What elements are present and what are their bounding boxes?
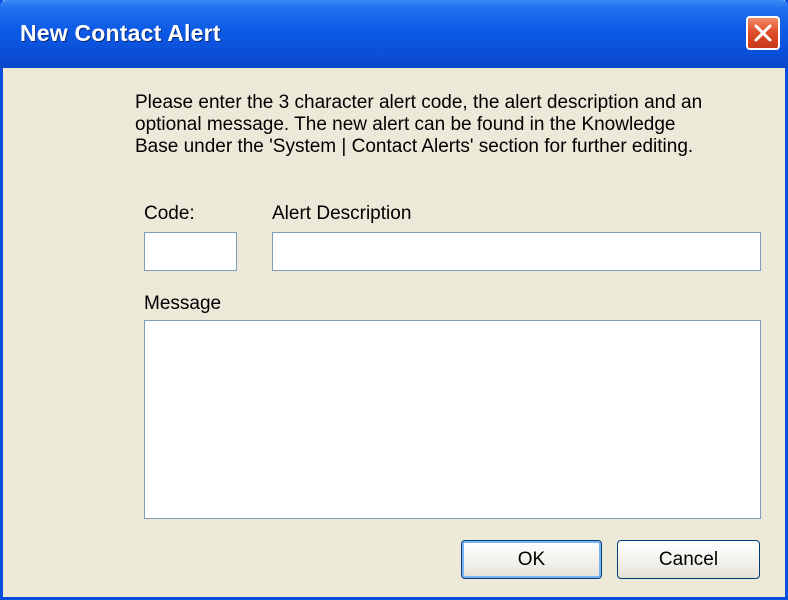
dialog-window: New Contact Alert Please enter the 3 cha… [0,0,788,600]
ok-button[interactable]: OK [461,540,602,579]
window-title: New Contact Alert [20,20,221,46]
title-bar[interactable]: New Contact Alert [0,0,788,68]
instructions-text: Please enter the 3 character alert code,… [135,92,703,157]
alert-description-label: Alert Description [272,203,412,224]
close-button[interactable] [746,16,780,50]
code-label: Code: [144,203,195,224]
message-label: Message [144,293,222,314]
alert-description-input[interactable] [272,232,761,271]
code-input[interactable] [144,232,237,271]
cancel-button[interactable]: Cancel [617,540,760,579]
close-icon [754,24,772,42]
message-textarea[interactable] [144,320,761,519]
